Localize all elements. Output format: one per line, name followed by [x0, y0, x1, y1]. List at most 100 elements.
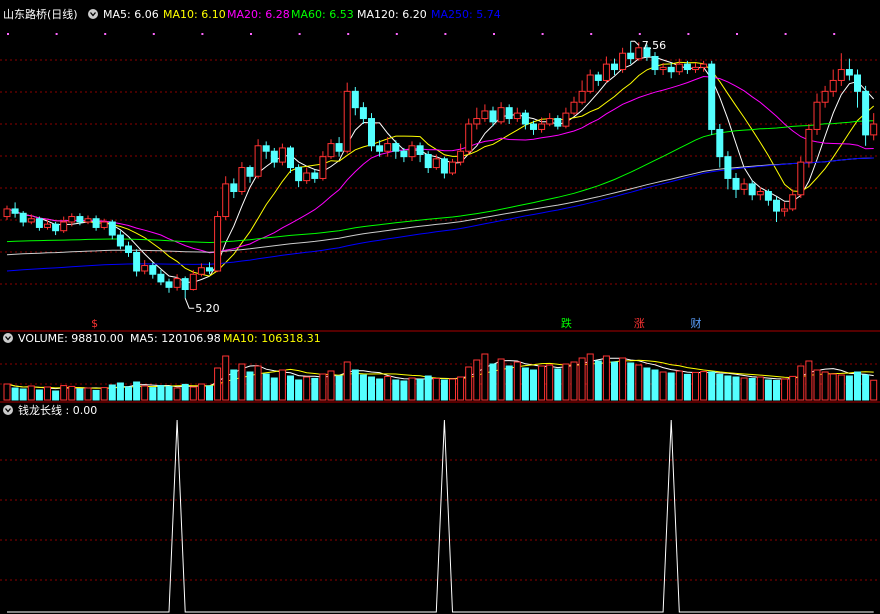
volume-bar-down: [19, 388, 27, 401]
candle-up: [68, 216, 76, 223]
candle-up: [343, 90, 351, 152]
volume-bar-down: [554, 368, 562, 401]
candle-up: [829, 79, 837, 92]
candle-up: [578, 90, 586, 103]
volume-bar-down: [748, 377, 756, 401]
volume-bar-down: [521, 367, 529, 401]
volume-bar-up: [384, 375, 392, 401]
candle-up: [837, 69, 845, 81]
volume-bar-up: [481, 353, 489, 401]
candle-up: [278, 147, 286, 163]
stock-chart[interactable]: $ 跌 涨 财 7.56 5.20 山东路桥(日线) MA5: 6.06 MA10: …: [0, 0, 880, 614]
candle-up: [254, 145, 262, 177]
candle-up: [797, 161, 805, 196]
volume-bar-up: [538, 365, 546, 401]
ma250-label: MA250: 5.74: [431, 8, 501, 21]
candle-up: [586, 74, 594, 92]
volume-bar-up: [837, 374, 845, 401]
candle-up: [457, 150, 465, 163]
candle-up: [546, 118, 554, 125]
volume-bar-up: [343, 361, 351, 401]
candle-down: [311, 172, 319, 179]
candle-down: [651, 55, 659, 71]
candle-down: [748, 183, 756, 196]
candle-down: [862, 90, 870, 136]
candle-down: [295, 167, 303, 182]
volume-header: VOLUME: 98810.00 MA5: 120106.98 MA10: 10…: [3, 332, 321, 345]
candle-down: [287, 147, 294, 169]
event-marker: 财: [691, 316, 702, 330]
signal-dot: [736, 33, 738, 35]
volume-bar-up: [586, 353, 594, 401]
volume-bar-up: [68, 385, 76, 401]
collapse-toggle-icon[interactable]: [88, 9, 98, 19]
candle-up: [619, 52, 627, 71]
candle-down: [76, 216, 84, 223]
volume-bar-down: [35, 389, 43, 401]
volume-bar-down: [708, 371, 716, 401]
candle-up: [473, 118, 481, 125]
volume-bar-up: [432, 377, 440, 401]
volume-collapse-icon[interactable]: [3, 333, 13, 343]
volume-bar-up: [675, 370, 683, 401]
stock-title: 山东路桥(日线): [3, 7, 78, 21]
volume-bar-up: [473, 359, 481, 401]
candle-up: [756, 191, 764, 196]
volume-bar-up: [222, 355, 230, 401]
volume-bar-down: [854, 371, 861, 401]
candle-up: [497, 107, 505, 123]
indicator-label: 钱龙长线 : 0.00: [18, 403, 97, 417]
candle-up: [465, 123, 473, 152]
candle-up: [513, 112, 521, 120]
volume-bar-down: [773, 379, 780, 401]
signal-dot: [833, 33, 836, 35]
candle-up: [222, 183, 230, 218]
volume-bar-up: [692, 371, 699, 401]
candle-down: [125, 245, 132, 253]
volume-bar-up: [781, 378, 789, 401]
volume-bar-down: [230, 369, 238, 401]
volume-bar-down: [716, 373, 724, 401]
volume-bar-up: [3, 383, 11, 401]
event-marker: $: [91, 317, 98, 330]
volume-bar-down: [667, 372, 675, 401]
signal-dot: [687, 33, 690, 35]
indicator-collapse-icon[interactable]: [3, 405, 13, 415]
candle-up: [319, 156, 327, 179]
candle-up: [408, 145, 416, 158]
event-marker: 涨: [634, 317, 645, 330]
candle-down: [611, 63, 618, 71]
candle-up: [141, 265, 149, 272]
signal-dot: [55, 33, 58, 35]
signal-dot: [395, 33, 398, 35]
volume-bar-up: [319, 373, 327, 401]
signal-dot: [590, 33, 593, 35]
candle-up: [27, 218, 35, 223]
volume-bar-down: [594, 360, 602, 401]
volume-bar-up: [189, 386, 197, 401]
volume-bar-up: [789, 375, 797, 401]
volume-bar-up: [254, 365, 262, 401]
volume-bar-down: [400, 380, 408, 401]
candle-down: [554, 118, 562, 127]
signal-dot: [638, 33, 641, 35]
volume-bar-up: [619, 357, 627, 401]
volume-ma10-label: MA10: 106318.31: [223, 332, 321, 345]
volume-bar-down: [125, 386, 132, 401]
candle-down: [708, 63, 716, 130]
candle-up: [675, 63, 683, 73]
candle-up: [432, 158, 440, 169]
candle-down: [854, 74, 861, 92]
candle-up: [870, 123, 878, 136]
candle-down: [627, 52, 635, 60]
candle-up: [214, 216, 222, 272]
volume-bar-down: [862, 374, 870, 401]
candle-up: [562, 112, 570, 127]
volume-bar-up: [303, 376, 311, 401]
candle-up: [700, 63, 708, 68]
candle-up: [197, 267, 205, 275]
candle-down: [133, 251, 141, 272]
volume-bar-down: [505, 365, 513, 401]
candle-down: [489, 110, 497, 123]
candle-down: [165, 281, 173, 288]
